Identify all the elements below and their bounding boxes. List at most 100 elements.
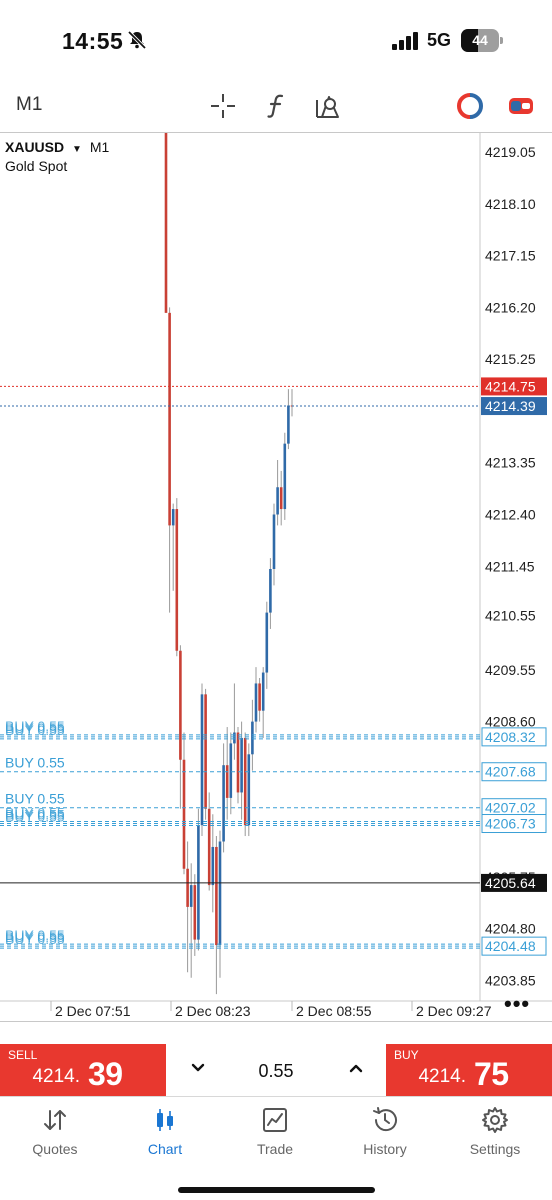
indicators-function-icon[interactable]	[263, 92, 291, 120]
candle-body	[175, 509, 179, 651]
candle-body	[218, 841, 222, 946]
candle-body	[186, 868, 189, 907]
history-clock-icon	[373, 1107, 397, 1132]
price-axis-label: 4203.85	[485, 972, 536, 988]
price-axis-label: 4211.45	[485, 558, 535, 574]
settings-gear-icon	[482, 1107, 508, 1133]
nav-chart[interactable]: Chart	[110, 1105, 220, 1165]
timeframe-selector[interactable]: M1	[16, 94, 42, 116]
quotes-arrows-icon	[44, 1110, 66, 1130]
candlestick-chart-icon	[157, 1109, 173, 1131]
candle-body	[269, 569, 272, 613]
price-axis-label: 4210.55	[485, 607, 536, 623]
nav-trade[interactable]: Trade	[220, 1105, 330, 1165]
candle-body	[283, 443, 287, 510]
network-type: 5G	[427, 30, 452, 50]
candle-body	[240, 737, 243, 793]
price-axis-label: 4217.15	[485, 248, 536, 264]
chart-canvas[interactable]: 4219.05 4218.10 4217.15 4216.20 4215.25 4213.…	[0, 133, 552, 1021]
time-axis-label: 2 Dec 08:23	[175, 1003, 251, 1019]
price-axis-label: 4218.10	[485, 196, 536, 212]
symbol-dropdown-arrow: ▼	[72, 144, 82, 155]
candle-body	[182, 759, 186, 869]
candle-body	[287, 405, 290, 444]
candle-body	[272, 514, 276, 569]
symbol-description: Gold Spot	[5, 158, 68, 174]
candle-body	[254, 683, 258, 722]
candle-body	[265, 612, 269, 673]
candle-body	[229, 743, 233, 798]
candle-body	[200, 694, 204, 826]
candle-body	[193, 885, 197, 940]
sell-price-pips: 39	[88, 1056, 123, 1092]
buy-price-main: 4214.	[418, 1066, 466, 1087]
candle-body	[215, 846, 218, 946]
candle-body	[171, 509, 175, 526]
nav-settings[interactable]: Settings	[440, 1105, 550, 1165]
candle-body	[279, 487, 283, 510]
time-axis-label: 2 Dec 09:27	[416, 1003, 492, 1019]
order-price-label: 4206.73	[485, 816, 536, 832]
price-axis-label: 4213.35	[485, 455, 536, 471]
candle-body	[243, 737, 247, 826]
candle-body	[168, 312, 171, 526]
candle-body	[233, 732, 236, 744]
buy-order-label: BUY 0.55	[5, 722, 65, 738]
candle-body	[222, 765, 225, 842]
candle-body	[276, 487, 279, 515]
mql5-community-icon[interactable]	[456, 92, 484, 120]
symbol-name: XAUUSD	[5, 139, 65, 155]
bid-price-label: 4214.39	[485, 398, 536, 414]
order-price-label: 4207.68	[485, 764, 536, 780]
battery-level: 44	[472, 32, 488, 48]
ask-price-label: 4214.75	[485, 378, 536, 394]
bottom-navigation: Quotes Chart Trade History Settings	[0, 1096, 552, 1200]
order-price-label: 4208.32	[485, 729, 536, 745]
candle-body	[207, 808, 211, 886]
nav-settings-label: Settings	[469, 1141, 521, 1157]
volume-increase-icon[interactable]	[346, 1058, 366, 1078]
sell-button[interactable]: SELL 4214. 39	[0, 1044, 166, 1096]
nav-quotes[interactable]: Quotes	[0, 1105, 110, 1165]
signals-toggle-icon[interactable]	[507, 92, 535, 120]
nav-chart-label: Chart	[147, 1141, 183, 1157]
price-axis-label: 4219.05	[485, 144, 536, 160]
trade-chart-icon	[263, 1108, 287, 1132]
nav-history[interactable]: History	[330, 1105, 440, 1165]
last-price-label: 4205.64	[485, 875, 536, 891]
price-axis-label: 4204.80	[485, 921, 536, 937]
more-options-icon[interactable]: •••	[504, 991, 530, 1017]
buy-price-pips: 75	[474, 1056, 509, 1092]
sell-price-main: 4214.	[32, 1066, 80, 1087]
home-indicator	[178, 1187, 375, 1193]
time-axis-label: 2 Dec 07:51	[55, 1003, 131, 1019]
candle-body	[204, 694, 207, 809]
status-bar: 14:55 5G 44	[0, 0, 552, 80]
price-chart[interactable]: 4219.05 4218.10 4217.15 4216.20 4215.25 4213.…	[0, 132, 552, 1022]
candle-body	[247, 754, 251, 826]
buy-order-label: BUY 0.55	[5, 755, 65, 771]
price-axis-label: 4212.40	[485, 507, 536, 523]
symbol-timeframe: M1	[89, 139, 110, 155]
one-click-trading-panel: SELL 4214. 39 0.55 BUY 4214. 75	[0, 1044, 552, 1096]
objects-shapes-icon[interactable]	[314, 92, 342, 120]
sell-label: SELL	[8, 1048, 38, 1062]
symbol-header[interactable]: XAUUSD ▼ M1	[5, 139, 109, 155]
order-price-label: 4204.48	[485, 938, 536, 954]
battery-icon: 44	[461, 29, 503, 52]
buy-order-label: BUY 0.55	[5, 931, 65, 947]
nav-trade-label: Trade	[256, 1141, 294, 1157]
chart-toolbar: M1	[0, 80, 552, 132]
crosshair-icon[interactable]	[209, 92, 237, 120]
candle-body	[261, 672, 265, 711]
candle-body	[258, 683, 261, 711]
volume-control: 0.55	[166, 1044, 386, 1096]
time-axis-label: 2 Dec 08:55	[296, 1003, 372, 1019]
price-axis-label: 4216.20	[485, 299, 536, 315]
buy-button[interactable]: BUY 4214. 75	[386, 1044, 552, 1096]
candle-body	[236, 732, 240, 793]
candle-body	[197, 825, 200, 940]
status-time: 14:55	[62, 28, 124, 54]
candle-body	[179, 650, 182, 760]
candle-body	[164, 133, 168, 313]
